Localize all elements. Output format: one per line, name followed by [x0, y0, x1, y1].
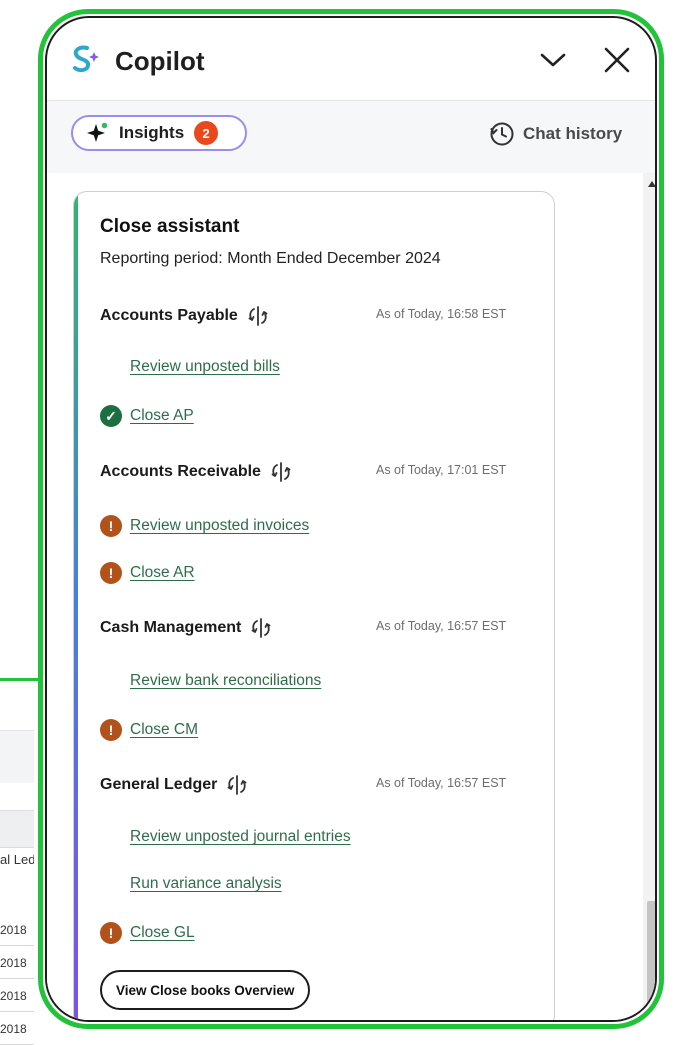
panel-title: Copilot — [115, 46, 205, 76]
background-cell: 2018 — [0, 956, 27, 970]
task-link[interactable]: Close AR — [130, 564, 195, 582]
task-link[interactable]: Review bank reconciliations — [130, 672, 321, 690]
warning-icon: ! — [100, 719, 122, 741]
scrollbar-thumb[interactable] — [647, 901, 655, 1020]
background-table-subheader — [0, 810, 34, 848]
section-title-text: General Ledger — [100, 776, 218, 793]
task-review-unposted-invoices[interactable]: ! Review unposted invoices — [100, 515, 309, 537]
warning-icon: ! — [100, 922, 122, 944]
section-timestamp: As of Today, 17:01 EST — [376, 463, 507, 477]
task-review-bank-reconciliations[interactable]: Review bank reconciliations — [100, 672, 321, 690]
task-review-unposted-bills[interactable]: Review unposted bills — [100, 358, 280, 376]
task-close-gl[interactable]: ! Close GL — [100, 922, 195, 944]
task-link[interactable]: Close GL — [130, 924, 195, 942]
section-timestamp: As of Today, 16:57 EST — [376, 776, 507, 790]
collapse-button[interactable] — [537, 44, 569, 76]
background-column-label: al Led — [0, 852, 34, 867]
task-run-variance-analysis[interactable]: Run variance analysis — [100, 875, 282, 893]
section-title-general-ledger: General Ledger — [100, 773, 249, 797]
background-table-row[interactable]: 2018 — [0, 915, 34, 946]
panel-content: Close assistant Reporting period: Month … — [47, 173, 655, 1020]
refresh-icon[interactable] — [269, 460, 293, 484]
close-button[interactable] — [601, 44, 633, 76]
section-title-text: Cash Management — [100, 619, 242, 636]
task-review-unposted-journal-entries[interactable]: Review unposted journal entries — [100, 828, 351, 846]
background-cell: 2018 — [0, 989, 27, 1003]
task-link[interactable]: Review unposted journal entries — [130, 828, 351, 846]
tab-chat-history[interactable]: Chat history — [489, 121, 622, 147]
copilot-logo-icon — [73, 45, 99, 73]
refresh-icon[interactable] — [225, 773, 249, 797]
background-divider — [0, 678, 40, 681]
scrollbar-track[interactable] — [643, 173, 655, 1020]
tab-insights[interactable]: Insights 2 — [71, 115, 247, 151]
task-link[interactable]: Close AP — [130, 407, 194, 425]
tab-chat-history-label: Chat history — [523, 124, 623, 143]
refresh-icon[interactable] — [249, 616, 273, 640]
section-timestamp: As of Today, 16:58 EST — [376, 307, 507, 321]
scroll-up-arrow-icon[interactable] — [648, 181, 655, 187]
view-close-books-overview-button[interactable]: View Close books Overview — [100, 970, 311, 1010]
background-cell: 2018 — [0, 923, 27, 937]
background-table-row[interactable]: 2018 — [0, 948, 34, 979]
copilot-panel-body: Copilot Insights 2 Chat history Close as… — [45, 16, 657, 1022]
reporting-period: Reporting period: Month Ended December 2… — [100, 250, 441, 267]
section-timestamp: As of Today, 16:57 EST — [376, 619, 507, 633]
notification-badge: 2 — [194, 121, 219, 145]
tab-bar: Insights 2 Chat history — [47, 100, 655, 174]
task-close-cm[interactable]: ! Close CM — [100, 719, 198, 741]
section-title-accounts-payable: Accounts Payable — [100, 304, 270, 328]
background-table-row[interactable]: 2018 — [0, 1014, 34, 1045]
task-link[interactable]: Review unposted bills — [130, 358, 280, 376]
check-circle-icon: ✓ — [100, 405, 122, 427]
sparkle-icon — [87, 122, 108, 142]
task-link[interactable]: Close CM — [130, 721, 198, 739]
card-accent-bar — [74, 192, 78, 1020]
copilot-panel: Copilot Insights 2 Chat history Close as… — [38, 9, 664, 1029]
chevron-down-icon — [540, 53, 566, 67]
close-assistant-card: Close assistant Reporting period: Month … — [73, 191, 555, 1020]
task-link[interactable]: Run variance analysis — [130, 875, 282, 893]
background-table-header — [0, 730, 34, 783]
card-title: Close assistant — [100, 216, 240, 237]
warning-icon: ! — [100, 515, 122, 537]
section-title-cash-management: Cash Management — [100, 616, 273, 640]
section-title-text: Accounts Receivable — [100, 463, 261, 480]
close-icon — [604, 47, 630, 73]
refresh-icon[interactable] — [246, 304, 270, 328]
background-table-row[interactable]: 2018 — [0, 981, 34, 1012]
section-title-accounts-receivable: Accounts Receivable — [100, 460, 293, 484]
tab-insights-label: Insights — [119, 123, 185, 142]
task-close-ap[interactable]: ✓ Close AP — [100, 405, 194, 427]
section-title-text: Accounts Payable — [100, 307, 238, 324]
history-clock-icon — [490, 122, 514, 146]
task-link[interactable]: Review unposted invoices — [130, 517, 309, 535]
task-close-ar[interactable]: ! Close AR — [100, 562, 195, 584]
warning-icon: ! — [100, 562, 122, 584]
panel-header: Copilot — [47, 18, 655, 100]
